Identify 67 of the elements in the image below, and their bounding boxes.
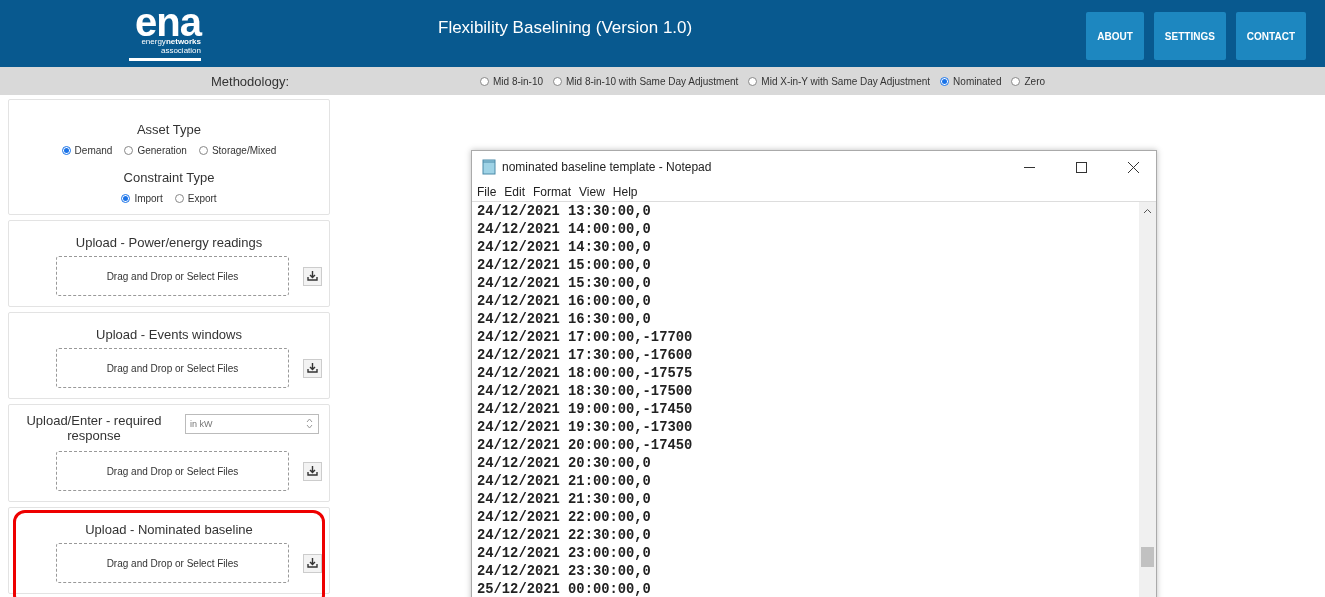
scrollbar[interactable]	[1139, 202, 1156, 597]
card-title: Upload - Power/energy readings	[75, 235, 263, 250]
text-line: 24/12/2021 16:00:00,0	[477, 293, 652, 311]
text-line: 24/12/2021 19:00:00,-17450	[477, 401, 694, 419]
text-line: 24/12/2021 18:00:00,-17575	[477, 365, 694, 383]
text-line: 24/12/2021 23:00:00,0	[477, 545, 652, 563]
download-button[interactable]	[303, 358, 322, 378]
download-icon	[307, 558, 318, 568]
radio-option[interactable]: Nominated	[940, 75, 1002, 87]
scrollbar-thumb[interactable]	[1141, 547, 1154, 567]
file-drop-zone[interactable]: Drag and Drop or Select Files	[56, 451, 289, 491]
card-title: Upload - Nominated baseline	[85, 522, 253, 537]
text-line: 24/12/2021 20:30:00,0	[477, 455, 652, 473]
scroll-up-icon[interactable]	[1143, 208, 1152, 214]
spinner-icon[interactable]	[306, 418, 313, 429]
download-icon	[307, 363, 318, 373]
menu-item[interactable]: Format	[533, 185, 572, 199]
window-title: nominated baseline template - Notepad	[502, 160, 713, 174]
text-line: 24/12/2021 17:00:00,-17700	[477, 329, 694, 347]
text-line: 24/12/2021 13:30:00,0	[477, 203, 652, 221]
text-line: 24/12/2021 20:00:00,-17450	[477, 437, 694, 455]
text-line: 24/12/2021 21:30:00,0	[477, 491, 652, 509]
download-icon	[307, 466, 318, 476]
text-line: 24/12/2021 15:30:00,0	[477, 275, 652, 293]
radio-option[interactable]: Mid X-in-Y with Same Day Adjustment	[748, 75, 931, 87]
radio-option[interactable]: Generation	[124, 145, 187, 156]
group-title: Asset Type	[136, 122, 202, 137]
text-line: 24/12/2021 19:30:00,-17300	[477, 419, 694, 437]
text-line: 24/12/2021 23:30:00,0	[477, 563, 652, 581]
menu-item[interactable]: View	[579, 185, 605, 199]
text-line: 24/12/2021 21:00:00,0	[477, 473, 652, 491]
text-line: 24/12/2021 15:00:00,0	[477, 257, 652, 275]
card-title: Upload/Enter - required response	[25, 413, 163, 443]
number-field[interactable]: in kW	[185, 414, 319, 434]
radio-option[interactable]: Storage/Mixed	[198, 145, 277, 156]
radio-option[interactable]: Demand	[61, 145, 113, 156]
nav-button[interactable]: ABOUT	[1086, 12, 1144, 60]
notepad-icon	[482, 159, 496, 175]
nav-button[interactable]: CONTACT	[1235, 12, 1306, 60]
methodology-label: Methodology:	[209, 73, 291, 89]
file-drop-zone[interactable]: Drag and Drop or Select Files	[56, 256, 289, 296]
text-line: 25/12/2021 00:00:00,0	[477, 581, 652, 597]
text-line: 24/12/2021 14:30:00,0	[477, 239, 652, 257]
file-drop-zone[interactable]: Drag and Drop or Select Files	[56, 348, 289, 388]
text-line: 24/12/2021 22:00:00,0	[477, 509, 652, 527]
text-line: 24/12/2021 14:00:00,0	[477, 221, 652, 239]
nav-button[interactable]: SETTINGS	[1153, 12, 1226, 60]
menu-item[interactable]: Edit	[504, 185, 526, 199]
radio-option[interactable]: Zero	[1011, 75, 1046, 87]
download-icon	[307, 271, 318, 281]
text-line: 24/12/2021 18:30:00,-17500	[477, 383, 694, 401]
text-line: 24/12/2021 22:30:00,0	[477, 527, 652, 545]
file-drop-zone[interactable]: Drag and Drop or Select Files	[56, 543, 289, 583]
menu-item[interactable]: Help	[612, 185, 638, 199]
download-button[interactable]	[303, 266, 322, 286]
download-button[interactable]	[303, 461, 322, 481]
group-title: Constraint Type	[123, 170, 215, 185]
radio-option[interactable]: Import	[121, 193, 163, 204]
text-line: 24/12/2021 16:30:00,0	[477, 311, 652, 329]
radio-option[interactable]: Mid 8-in-10 with Same Day Adjustment	[553, 75, 739, 87]
radio-option[interactable]: Export	[174, 193, 217, 204]
menu-item[interactable]: File	[477, 185, 497, 199]
card-title: Upload - Events windows	[96, 327, 242, 342]
text-line: 24/12/2021 17:30:00,-17600	[477, 347, 694, 365]
app-title: Flexibility Baselining (Version 1.0)	[438, 18, 694, 38]
download-button[interactable]	[303, 553, 322, 573]
radio-option[interactable]: Mid 8-in-10	[480, 75, 544, 87]
